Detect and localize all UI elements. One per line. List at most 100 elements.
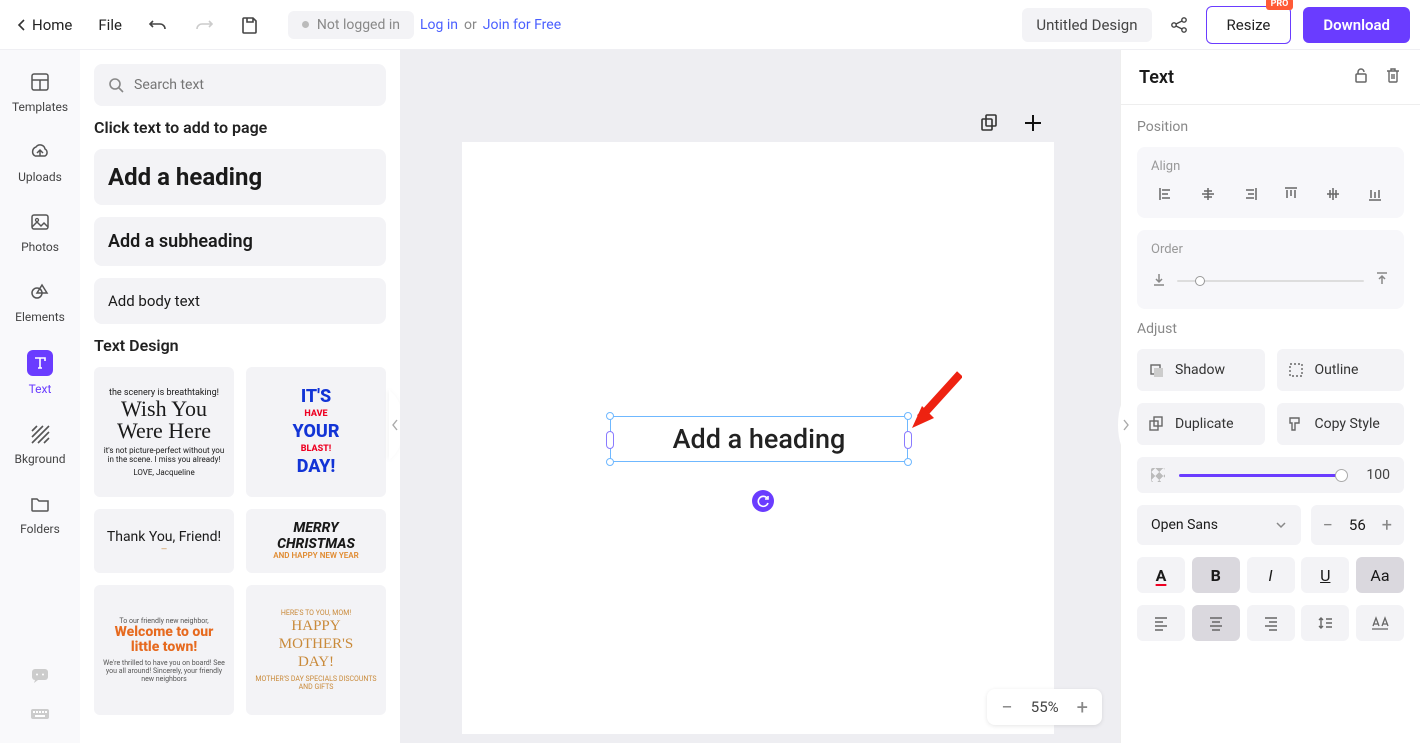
- collapse-props-handle[interactable]: [1118, 390, 1132, 460]
- sidebar-label: Elements: [15, 310, 65, 324]
- design-card[interactable]: HERE'S TO YOU, MOM! HAPPY MOTHER'S DAY! …: [246, 585, 386, 715]
- chevron-down-icon: [1275, 519, 1287, 531]
- duplicate-page-button[interactable]: [976, 110, 1002, 136]
- opacity-value: 100: [1356, 467, 1390, 483]
- font-size-value: 56: [1349, 516, 1366, 534]
- zoom-in-button[interactable]: +: [1077, 697, 1088, 717]
- text-color-button[interactable]: A: [1137, 557, 1185, 593]
- align-right-button[interactable]: [1235, 182, 1265, 206]
- add-subheading-button[interactable]: Add a subheading: [94, 217, 386, 266]
- font-family-select[interactable]: Open Sans: [1137, 505, 1301, 545]
- card-text: DAY!: [297, 455, 336, 478]
- align-left-button[interactable]: [1151, 182, 1181, 206]
- rotate-handle[interactable]: [752, 490, 774, 512]
- resize-handle-bl[interactable]: [606, 458, 614, 466]
- text-content: Add a heading: [673, 423, 846, 455]
- text-align-left-button[interactable]: [1137, 605, 1185, 641]
- sidebar-folders[interactable]: Folders: [8, 486, 72, 542]
- bold-button[interactable]: B: [1192, 557, 1240, 593]
- order-slider[interactable]: [1177, 280, 1364, 282]
- text-align-center-button[interactable]: [1192, 605, 1240, 641]
- resize-handle-br[interactable]: [904, 458, 912, 466]
- font-size-increase[interactable]: +: [1378, 515, 1396, 536]
- sidebar-background[interactable]: Bkground: [8, 416, 72, 472]
- opacity-slider[interactable]: 100: [1137, 457, 1404, 493]
- selected-text-element[interactable]: Add a heading: [610, 416, 908, 462]
- text-align-right-button[interactable]: [1247, 605, 1295, 641]
- outline-icon: [1287, 361, 1305, 379]
- order-card: Order: [1137, 230, 1404, 309]
- share-button[interactable]: [1164, 10, 1194, 40]
- card-text: MERRY: [293, 521, 338, 536]
- join-link[interactable]: Join for Free: [483, 17, 561, 33]
- add-page-button[interactable]: [1020, 110, 1046, 136]
- text-color-icon: A: [1156, 566, 1167, 585]
- design-card[interactable]: IT'S HAVE YOUR BLAST! DAY!: [246, 367, 386, 497]
- align-right-icon: [1263, 615, 1279, 631]
- card-text: AND HAPPY NEW YEAR: [273, 552, 358, 561]
- add-body-button[interactable]: Add body text: [94, 278, 386, 324]
- card-text: HAPPY: [291, 617, 340, 635]
- align-card: Align: [1137, 147, 1404, 218]
- delete-button[interactable]: [1384, 66, 1402, 88]
- pro-badge: PRO: [1266, 0, 1294, 10]
- bring-front-button[interactable]: [1374, 271, 1390, 291]
- file-menu[interactable]: File: [92, 12, 128, 38]
- resize-button[interactable]: Resize PRO: [1206, 6, 1292, 44]
- chat-icon[interactable]: [29, 665, 51, 691]
- copy-style-button[interactable]: Copy Style: [1277, 403, 1405, 445]
- zoom-out-button[interactable]: −: [1001, 697, 1012, 717]
- card-text: Wish You: [121, 398, 207, 420]
- outline-button[interactable]: Outline: [1277, 349, 1405, 391]
- card-text: We're thrilled to have you on board! See…: [102, 659, 226, 683]
- download-button[interactable]: Download: [1303, 7, 1410, 43]
- keyboard-icon[interactable]: [29, 703, 51, 729]
- canvas-area[interactable]: Add a heading − 55% +: [400, 50, 1120, 743]
- font-size-decrease[interactable]: −: [1319, 515, 1337, 536]
- align-vcenter-button[interactable]: [1318, 182, 1348, 206]
- case-button[interactable]: Aa: [1356, 557, 1404, 593]
- shadow-icon: [1147, 361, 1165, 379]
- plus-icon: [1023, 113, 1043, 133]
- underline-button[interactable]: U: [1301, 557, 1349, 593]
- shadow-button[interactable]: Shadow: [1137, 349, 1265, 391]
- order-knob[interactable]: [1195, 276, 1205, 286]
- resize-handle-tl[interactable]: [606, 412, 614, 420]
- opacity-knob[interactable]: [1335, 469, 1348, 482]
- design-card[interactable]: the scenery is breathtaking! Wish You We…: [94, 367, 234, 497]
- add-heading-button[interactable]: Add a heading: [94, 149, 386, 205]
- font-name: Open Sans: [1151, 517, 1218, 533]
- undo-button[interactable]: [142, 9, 174, 41]
- italic-button[interactable]: I: [1247, 557, 1295, 593]
- sidebar-text[interactable]: Text: [8, 344, 72, 402]
- design-card[interactable]: To our friendly new neighbor, Welcome to…: [94, 585, 234, 715]
- design-title[interactable]: Untitled Design: [1022, 8, 1151, 42]
- align-hcenter-button[interactable]: [1193, 182, 1223, 206]
- card-text: DAY!: [298, 653, 334, 671]
- home-label: Home: [32, 16, 72, 34]
- search-input-wrap[interactable]: [94, 64, 386, 106]
- unlock-button[interactable]: [1352, 66, 1370, 88]
- login-link[interactable]: Log in: [420, 17, 458, 33]
- sidebar-templates[interactable]: Templates: [8, 64, 72, 120]
- resize-handle-left[interactable]: [606, 431, 614, 449]
- duplicate-button[interactable]: Duplicate: [1137, 403, 1265, 445]
- sidebar-photos[interactable]: Photos: [8, 204, 72, 260]
- letter-spacing-button[interactable]: [1356, 605, 1404, 641]
- search-input[interactable]: [134, 77, 372, 93]
- card-text: MOTHER'S: [279, 635, 353, 653]
- design-card[interactable]: Thank You, Friend! —: [94, 509, 234, 573]
- align-top-button[interactable]: [1276, 182, 1306, 206]
- align-bottom-button[interactable]: [1360, 182, 1390, 206]
- sidebar-elements[interactable]: Elements: [8, 274, 72, 330]
- send-back-button[interactable]: [1151, 271, 1167, 291]
- save-button[interactable]: [234, 9, 266, 41]
- home-link[interactable]: Home: [10, 12, 78, 38]
- sidebar-uploads[interactable]: Uploads: [8, 134, 72, 190]
- align-left-icon: [1153, 615, 1169, 631]
- card-text: Were Here: [117, 420, 211, 442]
- topbar-left: Home File: [10, 9, 266, 41]
- design-card[interactable]: MERRY CHRISTMAS AND HAPPY NEW YEAR: [246, 509, 386, 573]
- redo-button[interactable]: [188, 9, 220, 41]
- line-spacing-button[interactable]: [1301, 605, 1349, 641]
